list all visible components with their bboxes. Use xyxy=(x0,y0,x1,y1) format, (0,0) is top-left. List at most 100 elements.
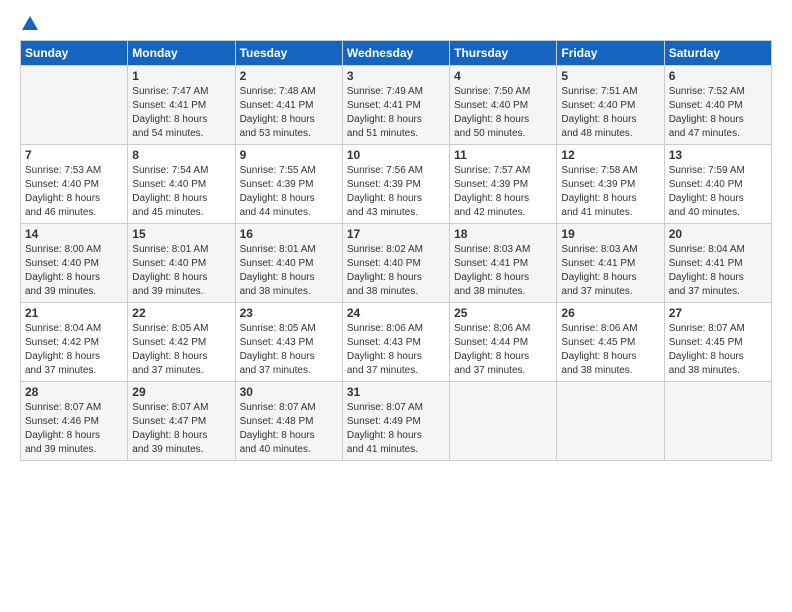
header xyxy=(20,16,772,32)
logo xyxy=(20,16,38,32)
col-header-saturday: Saturday xyxy=(664,41,771,66)
day-number: 9 xyxy=(240,148,338,162)
col-header-thursday: Thursday xyxy=(450,41,557,66)
calendar-cell: 30Sunrise: 8:07 AM Sunset: 4:48 PM Dayli… xyxy=(235,382,342,461)
day-number: 19 xyxy=(561,227,659,241)
day-info: Sunrise: 8:06 AM Sunset: 4:43 PM Dayligh… xyxy=(347,322,445,378)
day-info: Sunrise: 8:01 AM Sunset: 4:40 PM Dayligh… xyxy=(240,243,338,299)
calendar-cell: 22 Sunrise: 8:05 AM Sunset: 4:42 PM Dayli… xyxy=(128,303,235,382)
calendar-cell: 9 Sunrise: 7:55 AM Sunset: 4:39 PM Daylig… xyxy=(235,145,342,224)
day-number: 2 xyxy=(240,69,338,83)
calendar-cell xyxy=(664,382,771,461)
day-info: Sunrise: 7:49 AM Sunset: 4:41 PM Dayligh… xyxy=(347,85,445,141)
header-row: SundayMondayTuesdayWednesdayThursdayFrid… xyxy=(21,41,772,66)
day-info: Sunrise: 8:06 AM Sunset: 4:45 PM Dayligh… xyxy=(561,322,659,378)
day-info: Sunrise: 7:55 AM Sunset: 4:39 PM Dayligh… xyxy=(240,164,338,220)
day-info: Sunrise: 8:06 AM Sunset: 4:44 PM Dayligh… xyxy=(454,322,552,378)
calendar-cell: 2 Sunrise: 7:48 AM Sunset: 4:41 PM Daylig… xyxy=(235,66,342,145)
col-header-tuesday: Tuesday xyxy=(235,41,342,66)
day-info: Sunrise: 8:07 AM Sunset: 4:47 PM Dayligh… xyxy=(132,401,230,457)
day-number: 11 xyxy=(454,148,552,162)
calendar-cell: 3 Sunrise: 7:49 AM Sunset: 4:41 PM Daylig… xyxy=(342,66,449,145)
day-info: Sunrise: 8:07 AM Sunset: 4:48 PM Dayligh… xyxy=(240,401,338,457)
day-number: 4 xyxy=(454,69,552,83)
day-number: 20 xyxy=(669,227,767,241)
day-number: 27 xyxy=(669,306,767,320)
week-row-5: 28 Sunrise: 8:07 AM Sunset: 4:46 PM Dayli… xyxy=(21,382,772,461)
calendar-cell: 6 Sunrise: 7:52 AM Sunset: 4:40 PM Daylig… xyxy=(664,66,771,145)
calendar-cell: 21 Sunrise: 8:04 AM Sunset: 4:42 PM Dayli… xyxy=(21,303,128,382)
day-info: Sunrise: 8:02 AM Sunset: 4:40 PM Dayligh… xyxy=(347,243,445,299)
day-number: 10 xyxy=(347,148,445,162)
day-number: 15 xyxy=(132,227,230,241)
day-number: 22 xyxy=(132,306,230,320)
calendar-cell: 8Sunrise: 7:54 AM Sunset: 4:40 PM Daylig… xyxy=(128,145,235,224)
day-number: 3 xyxy=(347,69,445,83)
calendar-cell: 4 Sunrise: 7:50 AM Sunset: 4:40 PM Daylig… xyxy=(450,66,557,145)
calendar-cell: 19Sunrise: 8:03 AM Sunset: 4:41 PM Dayli… xyxy=(557,224,664,303)
day-number: 26 xyxy=(561,306,659,320)
calendar-cell: 24 Sunrise: 8:06 AM Sunset: 4:43 PM Dayli… xyxy=(342,303,449,382)
day-number: 29 xyxy=(132,385,230,399)
col-header-wednesday: Wednesday xyxy=(342,41,449,66)
calendar-cell: 15 Sunrise: 8:01 AM Sunset: 4:40 PM Dayli… xyxy=(128,224,235,303)
day-number: 24 xyxy=(347,306,445,320)
calendar-cell: 20 Sunrise: 8:04 AM Sunset: 4:41 PM Dayli… xyxy=(664,224,771,303)
calendar-cell: 1Sunrise: 7:47 AM Sunset: 4:41 PM Daylig… xyxy=(128,66,235,145)
day-info: Sunrise: 8:04 AM Sunset: 4:42 PM Dayligh… xyxy=(25,322,123,378)
day-info: Sunrise: 7:53 AM Sunset: 4:40 PM Dayligh… xyxy=(25,164,123,220)
calendar-cell xyxy=(557,382,664,461)
calendar-cell xyxy=(21,66,128,145)
calendar-cell xyxy=(450,382,557,461)
day-number: 13 xyxy=(669,148,767,162)
day-info: Sunrise: 8:01 AM Sunset: 4:40 PM Dayligh… xyxy=(132,243,230,299)
week-row-2: 7 Sunrise: 7:53 AM Sunset: 4:40 PM Daylig… xyxy=(21,145,772,224)
day-number: 6 xyxy=(669,69,767,83)
calendar-cell: 25Sunrise: 8:06 AM Sunset: 4:44 PM Dayli… xyxy=(450,303,557,382)
day-info: Sunrise: 7:48 AM Sunset: 4:41 PM Dayligh… xyxy=(240,85,338,141)
day-info: Sunrise: 7:52 AM Sunset: 4:40 PM Dayligh… xyxy=(669,85,767,141)
col-header-friday: Friday xyxy=(557,41,664,66)
day-info: Sunrise: 8:07 AM Sunset: 4:46 PM Dayligh… xyxy=(25,401,123,457)
day-info: Sunrise: 8:05 AM Sunset: 4:42 PM Dayligh… xyxy=(132,322,230,378)
day-info: Sunrise: 7:57 AM Sunset: 4:39 PM Dayligh… xyxy=(454,164,552,220)
calendar-cell: 31Sunrise: 8:07 AM Sunset: 4:49 PM Dayli… xyxy=(342,382,449,461)
week-row-3: 14 Sunrise: 8:00 AM Sunset: 4:40 PM Dayli… xyxy=(21,224,772,303)
calendar-cell: 10 Sunrise: 7:56 AM Sunset: 4:39 PM Dayli… xyxy=(342,145,449,224)
day-info: Sunrise: 7:50 AM Sunset: 4:40 PM Dayligh… xyxy=(454,85,552,141)
calendar-cell: 26 Sunrise: 8:06 AM Sunset: 4:45 PM Dayli… xyxy=(557,303,664,382)
calendar-cell: 23 Sunrise: 8:05 AM Sunset: 4:43 PM Dayli… xyxy=(235,303,342,382)
col-header-monday: Monday xyxy=(128,41,235,66)
calendar-cell: 14 Sunrise: 8:00 AM Sunset: 4:40 PM Dayli… xyxy=(21,224,128,303)
day-number: 16 xyxy=(240,227,338,241)
day-number: 14 xyxy=(25,227,123,241)
calendar-cell: 13 Sunrise: 7:59 AM Sunset: 4:40 PM Dayli… xyxy=(664,145,771,224)
day-info: Sunrise: 8:07 AM Sunset: 4:49 PM Dayligh… xyxy=(347,401,445,457)
day-number: 12 xyxy=(561,148,659,162)
calendar-cell: 28 Sunrise: 8:07 AM Sunset: 4:46 PM Dayli… xyxy=(21,382,128,461)
col-header-sunday: Sunday xyxy=(21,41,128,66)
calendar-cell: 18Sunrise: 8:03 AM Sunset: 4:41 PM Dayli… xyxy=(450,224,557,303)
day-info: Sunrise: 7:56 AM Sunset: 4:39 PM Dayligh… xyxy=(347,164,445,220)
calendar-cell: 11 Sunrise: 7:57 AM Sunset: 4:39 PM Dayli… xyxy=(450,145,557,224)
day-number: 1 xyxy=(132,69,230,83)
week-row-4: 21 Sunrise: 8:04 AM Sunset: 4:42 PM Dayli… xyxy=(21,303,772,382)
logo-triangle-icon xyxy=(22,16,38,30)
day-info: Sunrise: 7:59 AM Sunset: 4:40 PM Dayligh… xyxy=(669,164,767,220)
calendar-cell: 12Sunrise: 7:58 AM Sunset: 4:39 PM Dayli… xyxy=(557,145,664,224)
day-info: Sunrise: 8:05 AM Sunset: 4:43 PM Dayligh… xyxy=(240,322,338,378)
day-number: 28 xyxy=(25,385,123,399)
day-number: 7 xyxy=(25,148,123,162)
day-info: Sunrise: 8:00 AM Sunset: 4:40 PM Dayligh… xyxy=(25,243,123,299)
day-info: Sunrise: 8:04 AM Sunset: 4:41 PM Dayligh… xyxy=(669,243,767,299)
day-number: 21 xyxy=(25,306,123,320)
day-info: Sunrise: 7:54 AM Sunset: 4:40 PM Dayligh… xyxy=(132,164,230,220)
day-info: Sunrise: 7:51 AM Sunset: 4:40 PM Dayligh… xyxy=(561,85,659,141)
calendar-cell: 7 Sunrise: 7:53 AM Sunset: 4:40 PM Daylig… xyxy=(21,145,128,224)
page: SundayMondayTuesdayWednesdayThursdayFrid… xyxy=(0,0,792,612)
day-number: 23 xyxy=(240,306,338,320)
calendar-cell: 16 Sunrise: 8:01 AM Sunset: 4:40 PM Dayli… xyxy=(235,224,342,303)
week-row-1: 1Sunrise: 7:47 AM Sunset: 4:41 PM Daylig… xyxy=(21,66,772,145)
calendar-cell: 29 Sunrise: 8:07 AM Sunset: 4:47 PM Dayli… xyxy=(128,382,235,461)
calendar-cell: 5Sunrise: 7:51 AM Sunset: 4:40 PM Daylig… xyxy=(557,66,664,145)
